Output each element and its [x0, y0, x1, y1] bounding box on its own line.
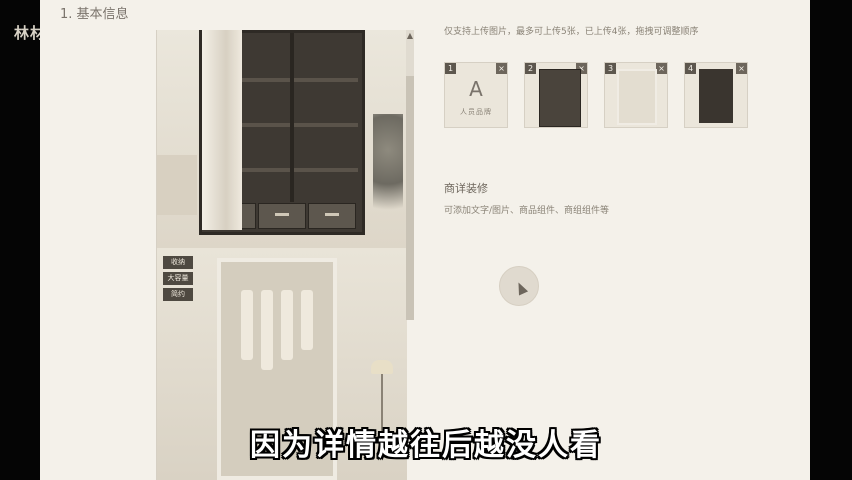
- detail-decoration-description: 可添加文字/图片、商品组件、商组组件等: [444, 206, 610, 216]
- video-subtitle: 因为详情越往后越没人看: [250, 428, 602, 463]
- letterbox-left: [0, 0, 40, 480]
- close-icon[interactable]: ×: [656, 63, 667, 74]
- preview-scrollbar-thumb[interactable]: [406, 76, 414, 320]
- detail-decoration-title: 商详装修: [444, 182, 488, 195]
- thumbnail-index: 1: [445, 63, 456, 74]
- thumbnail-index: 2: [525, 63, 536, 74]
- letterbox-right: [810, 0, 852, 480]
- curtain-decor: [202, 30, 242, 230]
- thumbnail-item[interactable]: 4 ×: [684, 62, 748, 128]
- thumbnail-index: 4: [685, 63, 696, 74]
- editor-screen: 1. 基本信息 收纳 大容量 简约 ▲ 仅支持上传图片，最多可上传5张，已上传4…: [40, 0, 810, 480]
- preview-image-wardrobe-dark: [157, 30, 407, 248]
- lamp-decor: [371, 360, 393, 374]
- thumbnail-image: [699, 69, 733, 123]
- thumbnail-item[interactable]: 2 ×: [524, 62, 588, 128]
- preview-tag: 大容量: [163, 272, 193, 285]
- preview-tag-list: 收纳 大容量 简约: [163, 256, 193, 304]
- product-preview[interactable]: 收纳 大容量 简约: [156, 30, 407, 480]
- section-title: 1. 基本信息: [60, 7, 129, 22]
- plant-decor: [373, 114, 403, 234]
- sofa-decor: [157, 155, 197, 215]
- thumbnail-image: [617, 69, 657, 125]
- preview-tag: 收纳: [163, 256, 193, 269]
- thumbnail-item[interactable]: 3 ×: [604, 62, 668, 128]
- close-icon[interactable]: ×: [736, 63, 747, 74]
- thumbnail-item[interactable]: 1 × A 人员品牌: [444, 62, 508, 128]
- preview-tag: 简约: [163, 288, 193, 301]
- close-icon[interactable]: ×: [496, 63, 507, 74]
- upload-hint: 仅支持上传图片，最多可上传5张，已上传4张，拖拽可调整顺序: [444, 27, 699, 37]
- scroll-up-arrow-icon[interactable]: ▲: [404, 30, 416, 42]
- thumbnail-image: [539, 69, 581, 127]
- brand-label: 林材: [14, 24, 40, 42]
- thumbnail-index: 3: [605, 63, 616, 74]
- text-logo-glyph: A: [469, 77, 483, 101]
- thumbnail-caption: 人员品牌: [460, 108, 492, 116]
